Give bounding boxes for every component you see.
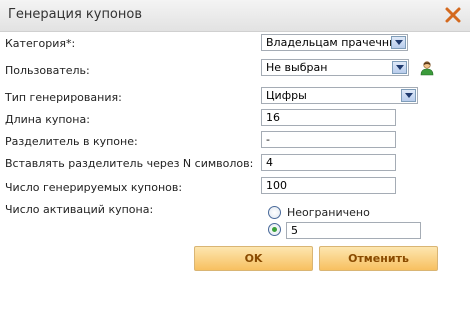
generation-type-select-value: Цифры (266, 89, 307, 102)
category-label: Категория*: (5, 37, 76, 50)
user-picker-icon[interactable] (419, 60, 435, 76)
activations-value: 5 (291, 224, 298, 237)
radio-unlimited-label: Неограничено (287, 206, 370, 219)
user-label: Пользователь: (5, 64, 90, 77)
radio-selected-dot (272, 227, 277, 232)
activations-label: Число активаций купона: (5, 203, 154, 216)
separator-label: Разделитель в купоне: (5, 135, 138, 148)
dialog-title: Генерация купонов (8, 7, 143, 22)
close-icon[interactable] (444, 6, 462, 24)
generation-type-label: Тип генерирования: (5, 91, 122, 104)
chevron-down-icon[interactable] (401, 89, 416, 102)
category-select-value: Владельцам прачечных (266, 36, 405, 49)
activations-input[interactable]: 5 (286, 222, 421, 239)
cancel-button[interactable]: Отменить (319, 246, 438, 271)
user-select[interactable]: Не выбран (261, 59, 409, 76)
radio-unlimited[interactable] (268, 206, 281, 219)
chevron-down-icon[interactable] (391, 36, 406, 49)
dialog-titlebar: Генерация купонов (0, 0, 470, 32)
ok-button[interactable]: OK (194, 246, 313, 271)
coupon-length-value: 16 (266, 111, 280, 124)
radio-custom[interactable] (268, 223, 281, 236)
user-select-value: Не выбран (266, 61, 328, 74)
coupon-generation-dialog: Генерация купонов Категория*: Владельцам… (0, 0, 470, 309)
insert-every-input[interactable]: 4 (261, 154, 396, 171)
insert-every-label: Вставлять разделитель через N символов: (5, 157, 254, 170)
separator-value: - (266, 133, 270, 146)
chevron-down-icon[interactable] (392, 61, 407, 74)
generation-type-select[interactable]: Цифры (261, 87, 418, 104)
coupon-count-value: 100 (266, 179, 287, 192)
coupon-count-label: Число генерируемых купонов: (5, 181, 183, 194)
coupon-length-input[interactable]: 16 (261, 109, 396, 126)
coupon-length-label: Длина купона: (5, 113, 90, 126)
separator-input[interactable]: - (261, 131, 396, 148)
insert-every-value: 4 (266, 156, 273, 169)
category-select[interactable]: Владельцам прачечных (261, 34, 408, 51)
coupon-count-input[interactable]: 100 (261, 177, 396, 194)
